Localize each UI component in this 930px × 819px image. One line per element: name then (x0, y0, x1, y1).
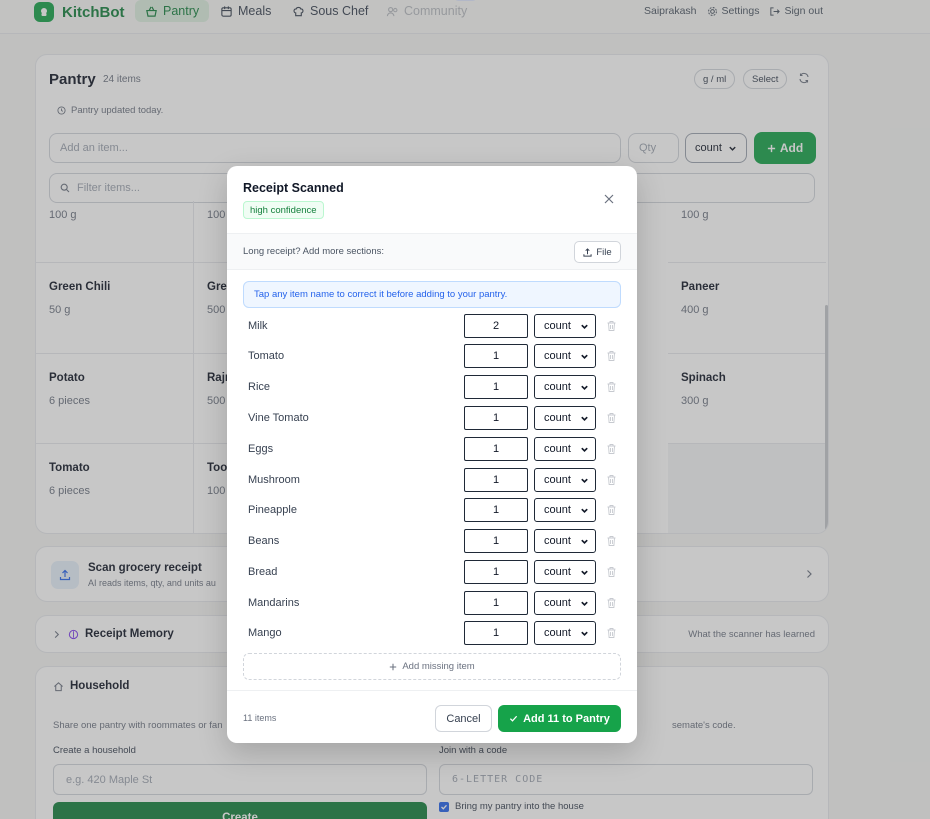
plus-icon (390, 663, 397, 670)
trash-icon[interactable] (606, 350, 617, 362)
receipt-item-row: Tomato 1 count (243, 344, 621, 370)
trash-icon[interactable] (606, 474, 617, 486)
item-unit-select[interactable]: count (534, 560, 596, 584)
chevron-down-icon (581, 539, 588, 544)
file-button-label: File (596, 246, 612, 258)
item-unit-select[interactable]: count (534, 529, 596, 553)
trash-icon[interactable] (606, 566, 617, 578)
item-unit-select[interactable]: count (534, 406, 596, 430)
item-qty-input[interactable]: 1 (464, 560, 528, 584)
item-unit-select[interactable]: count (534, 591, 596, 615)
confidence-badge: high confidence (243, 201, 324, 219)
item-qty-input[interactable]: 1 (464, 529, 528, 553)
item-unit-select[interactable]: count (534, 344, 596, 368)
trash-icon[interactable] (606, 504, 617, 516)
add-to-pantry-button[interactable]: Add 11 to Pantry (498, 705, 621, 732)
item-qty-input[interactable]: 1 (464, 375, 528, 399)
item-qty-input[interactable]: 1 (464, 621, 528, 645)
item-unit-value: count (544, 350, 571, 362)
receipt-item-row: Mango 1 count (243, 621, 621, 647)
item-unit-select[interactable]: count (534, 498, 596, 522)
trash-icon[interactable] (606, 627, 617, 639)
item-qty-input[interactable]: 1 (464, 468, 528, 492)
chevron-down-icon (581, 570, 588, 575)
item-unit-value: count (544, 597, 571, 609)
add-missing-item-button[interactable]: Add missing item (243, 653, 621, 680)
chevron-down-icon (581, 601, 588, 606)
item-unit-value: count (544, 412, 571, 424)
item-qty-input[interactable]: 1 (464, 344, 528, 368)
receipt-item-row: Rice 1 count (243, 375, 621, 401)
chevron-down-icon (581, 478, 588, 483)
chevron-down-icon (581, 631, 588, 636)
dialog-title: Receipt Scanned (243, 181, 344, 195)
receipt-item-row: Vine Tomato 1 count (243, 406, 621, 432)
trash-icon[interactable] (606, 412, 617, 424)
item-name[interactable]: Mandarins (248, 597, 299, 609)
item-name[interactable]: Milk (248, 320, 268, 332)
chevron-down-icon (581, 385, 588, 390)
item-unit-select[interactable]: count (534, 621, 596, 645)
chevron-down-icon (581, 324, 588, 329)
item-unit-value: count (544, 474, 571, 486)
item-name[interactable]: Beans (248, 535, 279, 547)
item-unit-value: count (544, 443, 571, 455)
item-name[interactable]: Rice (248, 381, 270, 393)
trash-icon[interactable] (606, 597, 617, 609)
add-missing-item-label: Add missing item (402, 661, 475, 672)
item-qty-input[interactable]: 1 (464, 406, 528, 430)
correction-hint: Tap any item name to correct it before a… (243, 281, 621, 308)
item-qty-input[interactable]: 1 (464, 591, 528, 615)
receipt-item-row: Pineapple 1 count (243, 498, 621, 524)
chevron-down-icon (581, 508, 588, 513)
receipt-item-row: Milk 2 count (243, 314, 621, 340)
chevron-down-icon (581, 447, 588, 452)
item-unit-value: count (544, 566, 571, 578)
item-name[interactable]: Vine Tomato (248, 412, 309, 424)
add-to-pantry-label: Add 11 to Pantry (523, 712, 610, 725)
receipt-item-row: Mandarins 1 count (243, 591, 621, 617)
receipt-scanned-dialog: Receipt Scanned high confidence Long rec… (227, 166, 637, 743)
trash-icon[interactable] (606, 320, 617, 332)
item-unit-value: count (544, 627, 571, 639)
item-unit-select[interactable]: count (534, 437, 596, 461)
item-name[interactable]: Bread (248, 566, 277, 578)
item-qty-input[interactable]: 1 (464, 437, 528, 461)
trash-icon[interactable] (606, 381, 617, 393)
item-unit-select[interactable]: count (534, 468, 596, 492)
upload-icon (583, 247, 592, 257)
trash-icon[interactable] (606, 443, 617, 455)
file-upload-button[interactable]: File (574, 241, 621, 263)
check-icon (509, 715, 518, 722)
item-name[interactable]: Pineapple (248, 504, 297, 516)
item-unit-value: count (544, 320, 571, 332)
item-unit-value: count (544, 504, 571, 516)
receipt-item-row: Bread 1 count (243, 560, 621, 586)
chevron-down-icon (581, 416, 588, 421)
item-unit-select[interactable]: count (534, 314, 596, 338)
cancel-button[interactable]: Cancel (435, 705, 492, 732)
item-unit-value: count (544, 381, 571, 393)
chevron-down-icon (581, 354, 588, 359)
item-name[interactable]: Mushroom (248, 474, 300, 486)
trash-icon[interactable] (606, 535, 617, 547)
receipt-item-row: Mushroom 1 count (243, 468, 621, 494)
close-icon[interactable] (603, 193, 615, 205)
item-name[interactable]: Eggs (248, 443, 273, 455)
item-unit-value: count (544, 535, 571, 547)
items-count: 11 items (243, 713, 277, 723)
item-unit-select[interactable]: count (534, 375, 596, 399)
receipt-item-row: Beans 1 count (243, 529, 621, 555)
more-sections-text: Long receipt? Add more sections: (243, 246, 385, 257)
receipt-item-row: Eggs 1 count (243, 437, 621, 463)
dialog-footer: 11 items Cancel Add 11 to Pantry (227, 690, 637, 743)
more-sections-bar: Long receipt? Add more sections: File (227, 233, 637, 270)
item-name[interactable]: Mango (248, 627, 282, 639)
item-qty-input[interactable]: 2 (464, 314, 528, 338)
item-qty-input[interactable]: 1 (464, 498, 528, 522)
item-name[interactable]: Tomato (248, 350, 284, 362)
